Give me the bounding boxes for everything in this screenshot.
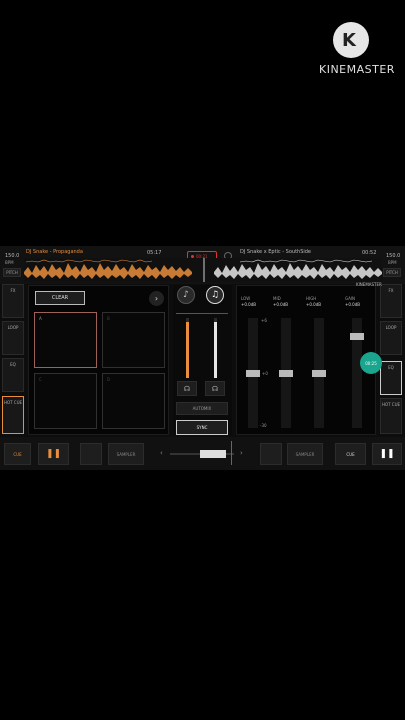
deck-b-loop-button[interactable]: LOOP (380, 321, 402, 355)
deck-b-extra-button[interactable] (260, 443, 282, 465)
deck-b-pitch-button[interactable]: PITCH (383, 268, 401, 277)
gain-label: GAIN (345, 296, 356, 301)
hot-cue-pad-a[interactable]: A (34, 312, 97, 368)
deck-a-eq-button[interactable]: EQ (2, 358, 24, 392)
chevron-right-icon[interactable]: › (149, 291, 164, 306)
deck-a-level-meter (186, 322, 189, 378)
deck-a-time: 05:17 (147, 250, 162, 256)
clear-button[interactable]: CLEAR (35, 291, 85, 305)
pad-label: D (107, 377, 111, 382)
pad-label: A (39, 316, 42, 321)
hot-cue-pad-d[interactable]: D (102, 373, 165, 429)
deck-b-time: 00:52 (362, 250, 377, 256)
eq-low-knob[interactable] (246, 370, 260, 377)
deck-b-level-meter (214, 322, 217, 378)
crossfader-right-arrow-icon[interactable]: › (240, 449, 246, 459)
pause-icon: ❚❚ (379, 449, 395, 459)
deck-a-loop-button[interactable]: LOOP (2, 321, 24, 355)
kinemaster-logo-icon: K (333, 22, 369, 58)
eq-low-label: LOW (241, 296, 251, 301)
eq-mid-value: +0.0dB (273, 302, 288, 307)
deck-a-hot-cue-button[interactable]: HOT CUE (2, 396, 24, 434)
deck-a-pitch-button[interactable]: PITCH (3, 268, 21, 277)
deck-a-play-pause-button[interactable]: ❚❚ (38, 443, 69, 465)
eq-scale-top: +6 (261, 318, 267, 323)
gain-value: +0.0dB (345, 302, 360, 307)
pad-label: B (107, 316, 110, 321)
deck-b-bpm-unit: BPM (388, 260, 397, 265)
timeline-bubble[interactable]: 00:25 (360, 352, 382, 374)
eq-mid-label: MID (273, 296, 281, 301)
crossfader-handle[interactable] (200, 450, 226, 458)
deck-a-cue-button[interactable]: CUE (4, 443, 31, 465)
deck-a-sampler-button[interactable]: SAMPLER (108, 443, 144, 465)
deck-a-headphones-icon[interactable]: ☊ (177, 381, 197, 396)
hot-cue-pad-b[interactable]: B (102, 312, 165, 368)
deck-a-fx-button[interactable]: FX (2, 284, 24, 318)
deck-b-fx-button[interactable]: FX (380, 284, 402, 318)
deck-a-track-title: DJ Snake - Propaganda (26, 249, 83, 255)
kinemaster-overlay-watermark: KINEMASTER (356, 282, 382, 287)
sync-button[interactable]: SYNC (176, 420, 228, 435)
deck-a-music-note-icon[interactable]: ♪ (177, 286, 195, 304)
eq-high-label: HIGH (306, 296, 317, 301)
deck-b-sampler-button[interactable]: SAMPLER (287, 443, 323, 465)
deck-b-cue-button[interactable]: CUE (335, 443, 366, 465)
deck-a-bpm-unit: BPM (5, 260, 14, 265)
eq-low-value: +0.0dB (241, 302, 256, 307)
pad-label: C (39, 377, 42, 382)
crossfader-marker (231, 441, 232, 465)
waveform-display[interactable] (24, 258, 382, 282)
deck-b-eq-button[interactable]: EQ (380, 361, 402, 395)
crossfader-left-arrow-icon[interactable]: ‹ (160, 449, 166, 459)
deck-b-track-title: DJ Snake x Eptic - SouthSide (240, 249, 312, 255)
deck-b-bpm: 150.0 (386, 253, 401, 259)
eq-scale-bottom: -30 (260, 423, 267, 428)
deck-b-music-note-icon[interactable]: ♫ (206, 286, 224, 304)
deck-b-hot-cue-button[interactable]: HOT CUE (380, 398, 402, 434)
eq-high-value: +0.0dB (306, 302, 321, 307)
deck-a-extra-button[interactable] (80, 443, 102, 465)
meter-divider (176, 313, 228, 314)
eq-high-knob[interactable] (312, 370, 326, 377)
eq-mid-knob[interactable] (279, 370, 293, 377)
automix-button[interactable]: AUTOMIX (176, 402, 228, 415)
kinemaster-watermark: KINEMASTER (319, 63, 395, 76)
deck-a-bpm: 150.0 (5, 253, 20, 259)
hot-cue-pad-c[interactable]: C (34, 373, 97, 429)
deck-b-play-pause-button[interactable]: ❚❚ (372, 443, 402, 465)
gain-knob[interactable] (350, 333, 364, 340)
deck-b-headphones-icon[interactable]: ☊ (205, 381, 225, 396)
pause-icon: ❚❚ (45, 449, 62, 459)
eq-scale-mid: +0 (262, 371, 268, 376)
timeline-bubble-time: 00:25 (365, 360, 377, 366)
